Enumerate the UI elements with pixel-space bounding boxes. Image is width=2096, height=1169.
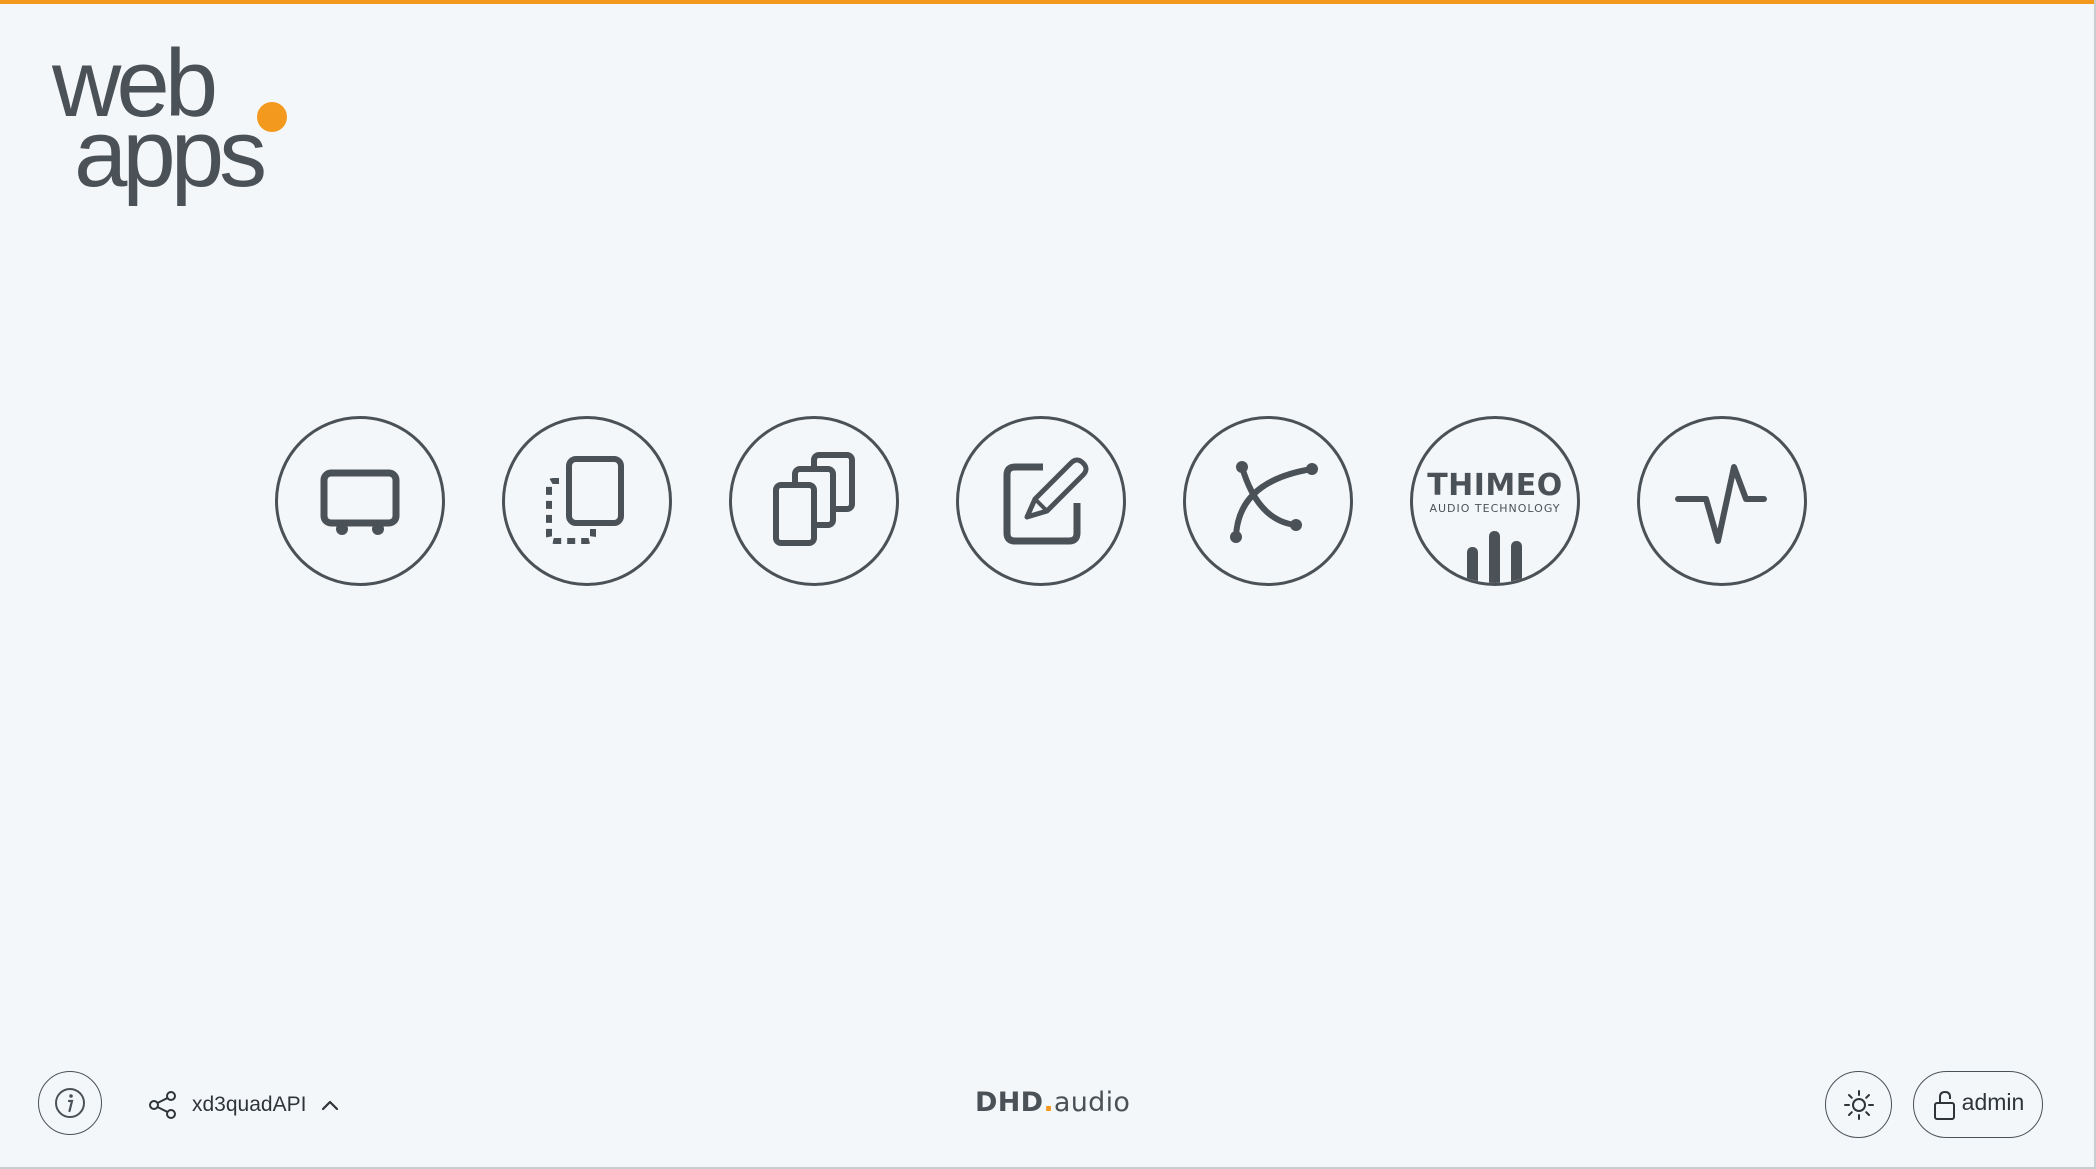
monitor-icon <box>320 469 400 535</box>
info-icon <box>55 1088 85 1118</box>
dhd-audio-brand: DHD.audio <box>975 1087 1130 1118</box>
pulse-icon <box>1675 464 1767 544</box>
theme-toggle-button[interactable] <box>1825 1071 1892 1138</box>
edit-icon <box>1003 457 1089 545</box>
app-pulse-button[interactable] <box>1637 416 1807 586</box>
app-thimeo-button[interactable]: THIMEO AUDIO TECHNOLOGY <box>1410 416 1580 586</box>
thimeo-tagline: AUDIO TECHNOLOGY <box>1429 502 1560 515</box>
app-stacked-pages-button[interactable] <box>729 416 899 586</box>
brand-suffix: audio <box>1053 1087 1131 1118</box>
share-icon <box>149 1091 176 1119</box>
app-launcher: THIMEO AUDIO TECHNOLOGY <box>275 416 1807 586</box>
logo-line2: apps <box>74 100 264 207</box>
curve-icon <box>1230 461 1318 543</box>
logo-dot <box>257 102 287 132</box>
connection-selector[interactable]: xd3quadAPI <box>148 1088 340 1122</box>
chevron-up-icon <box>322 1100 339 1111</box>
thimeo-logo: THIMEO AUDIO TECHNOLOGY <box>1427 468 1563 583</box>
info-button[interactable] <box>38 1071 102 1135</box>
user-name: admin <box>1961 1089 2025 1115</box>
app-edit-button[interactable] <box>956 416 1126 586</box>
thimeo-brand: THIMEO <box>1427 468 1563 503</box>
unlock-icon <box>1933 1090 1955 1120</box>
top-accent-bar <box>0 0 2096 4</box>
brand-dot: . <box>1043 1087 1054 1118</box>
connection-name: xd3quadAPI <box>192 1093 307 1116</box>
app-monitor-button[interactable] <box>275 416 445 586</box>
app-curve-button[interactable] <box>1183 416 1353 586</box>
copy-panel-icon <box>546 456 624 544</box>
user-button[interactable]: admin <box>1913 1071 2043 1138</box>
sun-icon <box>1843 1089 1874 1120</box>
app-copy-panel-button[interactable] <box>502 416 672 586</box>
webapps-logo: web apps <box>52 40 287 207</box>
brand-main: DHD <box>975 1087 1044 1118</box>
stacked-pages-icon <box>773 452 855 546</box>
